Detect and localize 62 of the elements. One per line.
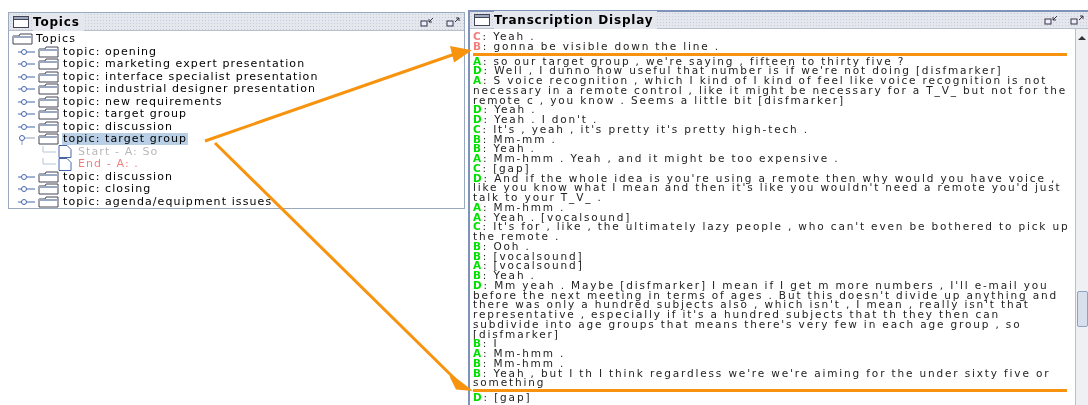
transcript-line: D: Well , I dunno how useful that number is if we're not doing [disfmarker] [473, 66, 1004, 76]
tree-item[interactable]: topic: closing [62, 183, 153, 196]
transcript-line: D: [gap] [473, 393, 533, 403]
transcript-line: B: Yeah . [473, 144, 536, 154]
panel-title: Transcription Display [494, 11, 658, 29]
tree-item[interactable]: topic: discussion [62, 120, 175, 133]
folder-icon [38, 58, 60, 71]
window-icon [474, 14, 490, 26]
folder-icon [38, 45, 60, 58]
transcript-line: D: And if the whole idea is you're using a remote then why would you have voice , like you know what I mean and then it's like you wouldn't need a remote you'd just talk to your T_V_ . [473, 173, 1063, 203]
transcript-line: A: Yeah . [vocalsound] [473, 212, 632, 223]
transcript-line: A: S voice recognition , which I kind of I kind of feel like voice recognition is not necessary in a remote control , like it might be necessary for a T_V_ but not for the remote c , you know . Seems a little bit [disfmarker] [473, 76, 1069, 106]
window-icon [13, 15, 29, 28]
transcript-line: A: [vocalsound] [473, 261, 585, 271]
minimize-icon[interactable] [1044, 15, 1058, 25]
transcript-line: B: Yeah , but I th I think regardless we're we're aiming for the under sixty five or something [473, 368, 1052, 388]
minimize-icon[interactable] [420, 16, 434, 27]
tree-item[interactable]: Topics [36, 33, 76, 46]
folder-icon [38, 83, 60, 96]
tree-item[interactable]: topic: opening [62, 45, 159, 58]
transcript-line: C: Yeah . [473, 32, 537, 42]
folder-icon [38, 133, 60, 146]
folder-icon [38, 183, 60, 196]
scroll-up-icon[interactable] [1076, 33, 1088, 43]
transcript-line: D: Yeah . [473, 105, 538, 115]
folder-icon [38, 108, 60, 121]
scrollbar[interactable] [1075, 29, 1088, 405]
tree-item[interactable]: topic: new requirements [62, 95, 224, 108]
scroll-thumb[interactable] [1077, 291, 1088, 327]
folder-icon [38, 170, 60, 183]
maximize-icon[interactable] [1070, 15, 1084, 25]
tree-item[interactable]: topic: discussion [62, 170, 175, 183]
transcript-line: A: so our target group , we're saying , fifteen to thirty five ? [473, 56, 906, 67]
transcript-line: B: Yeah . [473, 271, 536, 281]
transcript-line: A: Mm-hmm . [473, 349, 567, 359]
transcript-line: B: Mm-hmm . [473, 358, 567, 369]
folder-icon [38, 70, 60, 83]
transcript-line: A: Mm-hmm . [473, 202, 566, 213]
tree-item[interactable]: topic: target group [62, 108, 189, 121]
transcript-line: B: [vocalsound] [473, 251, 585, 262]
transcript-line: B: Mm-mm . [473, 134, 557, 145]
expanded-handle-icon[interactable] [18, 133, 36, 146]
tree-item[interactable]: topic: target group [62, 133, 189, 146]
transcript-line: B: Ooh . [473, 241, 531, 252]
folder-icon [38, 120, 60, 133]
panel-title: Topics [33, 12, 84, 31]
maximize-icon[interactable] [446, 16, 460, 27]
transcript-line: C: [gap] [473, 163, 531, 174]
transcript-line: B: I [473, 339, 499, 349]
tree-item[interactable]: topic: marketing expert presentation [62, 58, 307, 71]
document-icon [58, 157, 72, 171]
tree-item[interactable]: topic: agenda/equipment issues [62, 195, 274, 208]
tree-item[interactable]: topic: interface specialist presentation [62, 70, 320, 83]
transcript-line: C: It's , yeah , it's pretty it's pretty high-tech . [473, 124, 810, 135]
transcript-line: D: Mm yeah . Maybe [disfmarker] I mean if I get m more numbers , I'll e-mail you before the next meeting in terms of ages . But this doesn't divide up anything and there was only a hundred subjects also , which isn't , I mean , really isn't that representative , especially if it's a hundred subjects that th they then can subdivide into age groups that means there's very few in each age group , so [disfmarker] [473, 280, 1060, 340]
transcript-line: A: Mm-hmm . Yeah , and it might be too expensive . [473, 154, 841, 164]
folder-icon [38, 95, 60, 108]
transcript-line: B: gonna be visible down the line . [473, 41, 722, 52]
transcript-line: C: It's for , like , the ultimately lazy people , who can't even be bothered to pick up the remote . [473, 222, 1070, 242]
tree-item[interactable]: topic: industrial designer presentation [62, 83, 318, 96]
transcript-line: D: Yeah . I don't . [473, 115, 600, 125]
document-icon [58, 145, 72, 159]
